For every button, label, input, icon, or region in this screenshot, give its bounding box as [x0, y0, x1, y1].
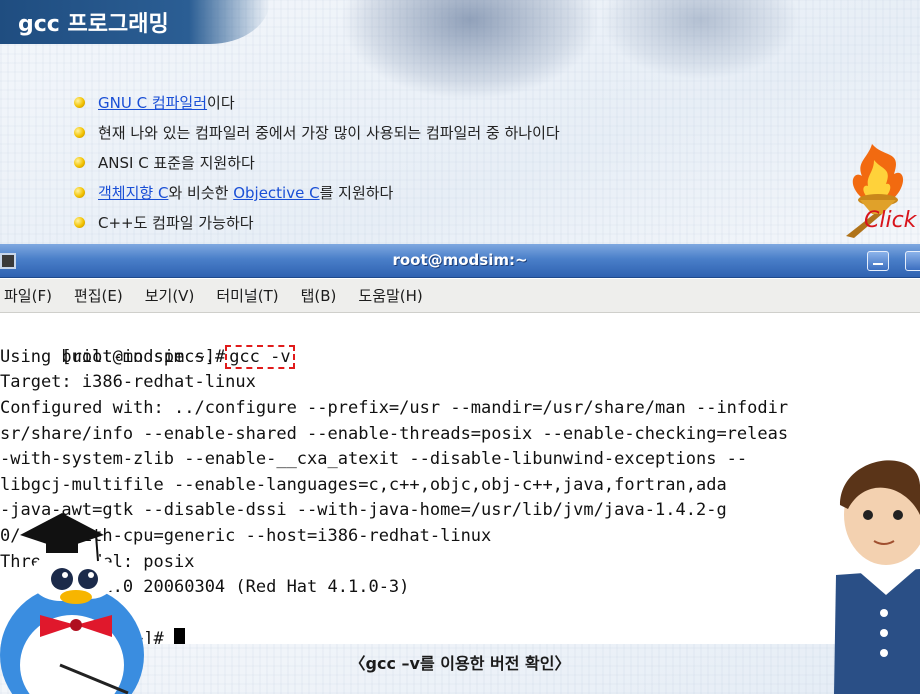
menu-terminal[interactable]: 터미널(T)	[216, 285, 278, 306]
minimize-button[interactable]	[867, 251, 889, 271]
bullet-text: 와 비슷한	[168, 184, 234, 202]
menu-file[interactable]: 파일(F)	[4, 285, 52, 306]
bullet-link[interactable]: GNU C 컴파일러	[98, 94, 207, 112]
page-title: gcc 프로그래밍	[18, 12, 169, 37]
bullet-item: GNU C 컴파일러이다	[72, 88, 772, 118]
bullet-dot-icon	[74, 157, 85, 168]
bullet-text: ANSI C 표준을 지원하다	[98, 154, 255, 172]
menu-help[interactable]: 도움말(H)	[358, 285, 422, 306]
bullet-text: 현재 나와 있는 컴파일러 중에서 가장 많이 사용되는 컴파일러 중 하나이다	[98, 124, 560, 142]
terminal-line: Using built-in specs.	[0, 347, 215, 367]
terminal-cursor	[174, 628, 186, 644]
menu-view[interactable]: 보기(V)	[145, 285, 195, 306]
bullet-item: ANSI C 표준을 지원하다	[72, 148, 772, 178]
bullet-list: GNU C 컴파일러이다현재 나와 있는 컴파일러 중에서 가장 많이 사용되는…	[72, 88, 772, 238]
bullet-link[interactable]: Objective C	[233, 184, 319, 202]
terminal-menubar: 파일(F) 편집(E) 보기(V) 터미널(T) 탭(B) 도움말(H)	[0, 279, 920, 313]
terminal-line: libgcj-multifile --enable-languages=c,c+…	[0, 475, 727, 495]
terminal-line: [root@modsim ~]# gcc -v	[0, 318, 295, 369]
bullet-dot-icon	[74, 97, 85, 108]
terminal-titlebar[interactable]: root@modsim:~	[0, 244, 920, 278]
bullet-dot-icon	[74, 217, 85, 228]
professor-character-icon	[834, 460, 920, 694]
penguin-mascot-icon	[0, 513, 144, 694]
maximize-button[interactable]	[905, 251, 920, 271]
bullet-dot-icon	[74, 187, 85, 198]
bullet-item: 객체지향 C와 비슷한 Objective C를 지원하다	[72, 178, 772, 208]
menu-tabs[interactable]: 탭(B)	[301, 285, 337, 306]
terminal-line: sr/share/info --enable-shared --enable-t…	[0, 424, 789, 444]
bullet-text: 이다	[207, 94, 235, 112]
bullet-text: 를 지원하다	[319, 184, 394, 202]
bullet-dot-icon	[74, 127, 85, 138]
click-label[interactable]: Click	[864, 208, 916, 233]
bullet-item: C++도 컴파일 가능하다	[72, 208, 772, 238]
terminal-line: Configured with: ../configure --prefix=/…	[0, 398, 789, 418]
highlighted-command: gcc -v	[225, 345, 295, 369]
terminal-line: Target: i386-redhat-linux	[0, 372, 256, 392]
menu-edit[interactable]: 편집(E)	[74, 285, 123, 306]
terminal-line: -with-system-zlib --enable-__cxa_atexit …	[0, 449, 748, 469]
bullet-link[interactable]: 객체지향 C	[98, 184, 168, 202]
bullet-text: C++도 컴파일 가능하다	[98, 214, 254, 232]
terminal-title: root@modsim:~	[392, 251, 528, 269]
bullet-item: 현재 나와 있는 컴파일러 중에서 가장 많이 사용되는 컴파일러 중 하나이다	[72, 118, 772, 148]
